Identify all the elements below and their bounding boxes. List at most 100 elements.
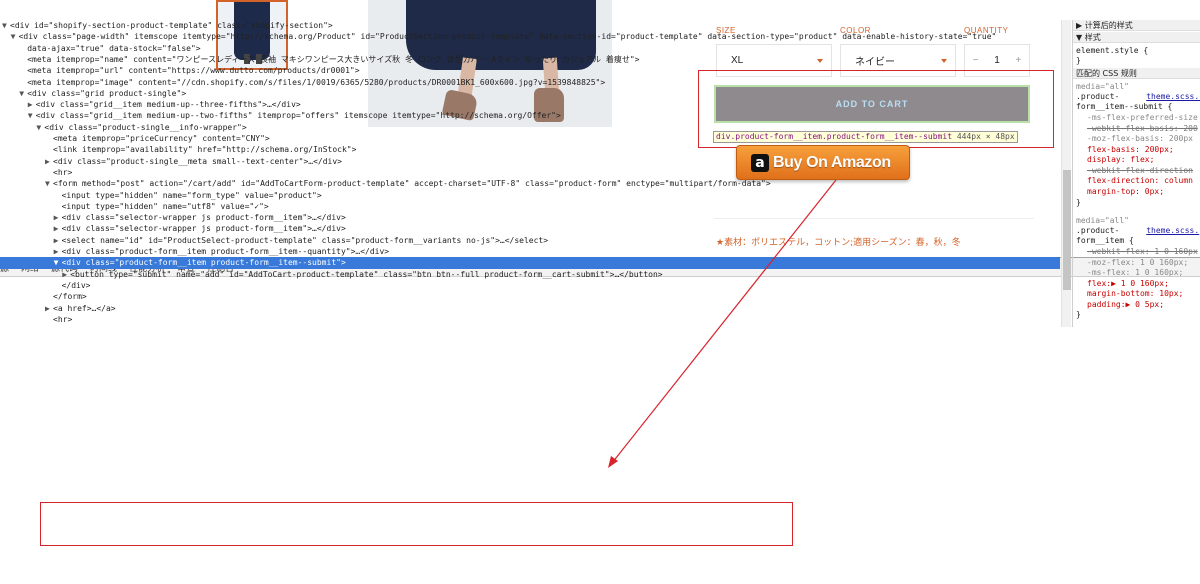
expand-triangle-icon[interactable]: ▼ xyxy=(45,178,53,189)
rule-close: } xyxy=(1076,198,1081,207)
rule1-selector-b: form__item--submit { xyxy=(1076,102,1173,111)
dom-node-text: <div class="product-form__item product-f… xyxy=(61,247,390,256)
dom-node-text: <div class="grid__item medium-up--three-… xyxy=(35,100,301,110)
dom-node-text: <meta itemprop="url" content="https://ww… xyxy=(27,66,360,76)
expand-triangle-icon[interactable]: ▼ xyxy=(2,20,10,31)
rule2-selector: .product- theme.scss. xyxy=(1076,226,1200,237)
dom-node-line[interactable]: <meta itemprop="url" content="https://ww… xyxy=(0,65,1060,76)
css-property[interactable]: -moz-flex-basis: 200px xyxy=(1087,134,1200,145)
expand-triangle-icon[interactable]: ▼ xyxy=(28,110,36,121)
dom-node-line[interactable]: ▼ <div class="grid__item medium-up--two-f… xyxy=(0,110,1060,121)
css-property[interactable]: flex-basis: 200px; xyxy=(1087,145,1200,156)
styles-panel: ▶ 计算后的样式 ▼ 样式 element.style { } 匹配的 CSS … xyxy=(1072,20,1200,327)
scrollbar-thumb[interactable] xyxy=(1063,170,1071,290)
dom-node-line[interactable]: ▶ <a href>…</a> xyxy=(0,303,1060,314)
collapse-triangle-icon[interactable]: ▶ xyxy=(45,156,53,167)
dom-node-line[interactable]: ▶ <select name="id" id="ProductSelect-pro… xyxy=(0,235,1060,246)
collapse-triangle-icon[interactable]: ▶ xyxy=(54,212,62,223)
dom-node-line[interactable]: <link itemprop="availability" href="http… xyxy=(0,144,1060,155)
dom-node-line[interactable]: <hr> xyxy=(0,167,1060,178)
dom-node-line[interactable]: <meta itemprop="priceCurrency" content="… xyxy=(0,133,1060,144)
expand-triangle-icon[interactable]: ▼ xyxy=(19,88,27,99)
dom-node-line[interactable]: </form> xyxy=(0,291,1060,302)
dom-node-line[interactable]: <input type="hidden" name="utf8" value="… xyxy=(0,201,1060,212)
dom-node-text: <hr> xyxy=(53,167,73,177)
elements-scrollbar[interactable] xyxy=(1061,20,1071,327)
dom-node-text: <div class="selector-wrapper js product-… xyxy=(61,213,346,223)
expand-triangle-icon[interactable]: ▼ xyxy=(54,257,62,268)
dom-node-text: <div class="product-single__info-wrapper… xyxy=(44,122,247,132)
css-property[interactable]: -moz-flex: 1 0 160px; xyxy=(1087,258,1200,269)
dom-node-line[interactable]: ▶ <button type="submit" name="add" id="Ad… xyxy=(0,269,1060,280)
dom-node-text: <link itemprop="availability" href="http… xyxy=(53,145,357,155)
collapse-triangle-icon[interactable]: ▶ xyxy=(45,303,53,314)
dom-node-line[interactable]: <meta itemprop="image" content="//cdn.sh… xyxy=(0,77,1060,88)
dom-node-line[interactable]: ▼ <div class="product-single__info-wrappe… xyxy=(0,122,1060,133)
dom-node-line[interactable]: ▼ <div class="page-width" itemscope itemt… xyxy=(0,31,1060,42)
dom-node-line[interactable]: <meta itemprop="name" content="ワンピースレディー… xyxy=(0,54,1060,65)
dom-node-line[interactable]: </div> xyxy=(0,280,1060,291)
css-property[interactable]: display: flex; xyxy=(1087,155,1200,166)
collapse-triangle-icon[interactable]: ▶ xyxy=(54,246,62,257)
dom-node-text: <div class="page-width" itemscope itemty… xyxy=(18,32,997,42)
dom-node-line[interactable]: ▶ <div class="selector-wrapper js product… xyxy=(0,212,1060,223)
styles-header[interactable]: ▼ 样式 xyxy=(1073,32,1200,43)
element-style-rule[interactable]: element.style { xyxy=(1076,46,1200,57)
dom-node-text: <button type="submit" name="add" id="Add… xyxy=(70,269,663,279)
dom-node-text: data-ajax="true" data-stock="false"> xyxy=(27,43,201,53)
dom-node-text: <hr> xyxy=(53,314,73,324)
collapse-triangle-icon[interactable]: ▶ xyxy=(54,235,62,246)
dom-node-text: <input type="hidden" name="utf8" value="… xyxy=(61,201,269,211)
matched-rules-header: 匹配的 CSS 规则 xyxy=(1073,68,1200,79)
css-property[interactable]: -ms-flex: 1 0 160px; xyxy=(1087,268,1200,279)
collapse-triangle-icon[interactable]: ▶ xyxy=(28,99,36,110)
dom-node-line[interactable]: ▶ <div class="product-single__meta small-… xyxy=(0,156,1060,167)
dom-node-text: </form> xyxy=(53,292,87,302)
rule1-selector-a: .product- xyxy=(1076,92,1120,101)
elements-tree[interactable]: ▼ <div id="shopify-section-product-templa… xyxy=(0,20,1060,327)
expand-triangle-icon[interactable]: ▼ xyxy=(11,31,19,42)
css-property[interactable]: flex-direction: column xyxy=(1087,176,1200,187)
dom-node-text: </div> xyxy=(61,280,91,290)
rule-close: } xyxy=(1076,56,1081,65)
css-property[interactable]: -webkit-flex: 1 0 160px xyxy=(1087,247,1200,258)
collapse-triangle-icon[interactable]: ▶ xyxy=(45,325,53,327)
dom-node-text: <meta itemprop="priceCurrency" content="… xyxy=(53,134,270,143)
rule2-selector-b: form__item { xyxy=(1076,236,1134,245)
rule1-selector: .product- theme.scss.c xyxy=(1076,92,1200,103)
dom-node-line[interactable]: ▼ <div class="grid product-single"> xyxy=(0,88,1060,99)
css-property[interactable]: padding:▶ 0 5px; xyxy=(1087,300,1200,311)
dom-node-text: <meta itemprop="name" content="ワンピースレディー… xyxy=(27,54,640,64)
dom-node-text: <form method="post" action="/cart/add" i… xyxy=(53,179,771,189)
dom-node-text: <div class="grid product-single"> xyxy=(27,88,187,98)
rule2-source-link[interactable]: theme.scss. xyxy=(1146,226,1199,235)
css-property[interactable]: -webkit-flex-basis: 200 xyxy=(1087,124,1200,135)
css-property[interactable]: margin-top: 0px; xyxy=(1087,187,1200,198)
dom-node-text: <div class="grid__item medium-up--two-fi… xyxy=(35,111,561,121)
computed-style-header[interactable]: ▶ 计算后的样式 xyxy=(1073,20,1200,31)
dom-node-text: <div id="shopify-section-product-templat… xyxy=(10,21,333,30)
dom-node-line[interactable]: ▶ <div class="product-form__item product-… xyxy=(0,246,1060,257)
dom-node-line[interactable]: <input type="hidden" name="form_type" va… xyxy=(0,190,1060,201)
selected-dom-node[interactable]: ▼ <div class="product-form__item product-… xyxy=(0,257,1060,269)
dom-node-line[interactable]: ▶<div class="rte product-single__descrip… xyxy=(0,325,1060,327)
rule2-selector-a: .product- xyxy=(1076,226,1120,235)
rule1-source-link[interactable]: theme.scss.c xyxy=(1146,92,1200,101)
css-property[interactable]: -webkit-flex-direction xyxy=(1087,166,1200,177)
css-property[interactable]: -ms-flex-preferred-size xyxy=(1087,113,1200,124)
dom-node-text: <select name="id" id="ProductSelect-prod… xyxy=(61,235,549,245)
css-property[interactable]: flex:▶ 1 0 160px; xyxy=(1087,279,1200,290)
dom-node-text: <div class="selector-wrapper js product-… xyxy=(61,224,346,234)
dom-node-line[interactable]: <hr> xyxy=(0,314,1060,325)
dom-node-line[interactable]: data-ajax="true" data-stock="false"> xyxy=(0,43,1060,54)
annotation-code-box xyxy=(40,502,793,546)
dom-node-line[interactable]: ▼ <form method="post" action="/cart/add" … xyxy=(0,178,1060,189)
collapse-triangle-icon[interactable]: ▶ xyxy=(54,223,62,234)
rule2-media: media="all" xyxy=(1076,216,1129,225)
rule-close: } xyxy=(1076,310,1081,319)
dom-node-line[interactable]: ▼ <div id="shopify-section-product-templa… xyxy=(0,20,1060,31)
collapse-triangle-icon[interactable]: ▶ xyxy=(62,269,70,280)
dom-node-line[interactable]: ▶ <div class="selector-wrapper js product… xyxy=(0,223,1060,234)
dom-node-line[interactable]: ▶ <div class="grid__item medium-up--three… xyxy=(0,99,1060,110)
css-property[interactable]: margin-bottom: 10px; xyxy=(1087,289,1200,300)
